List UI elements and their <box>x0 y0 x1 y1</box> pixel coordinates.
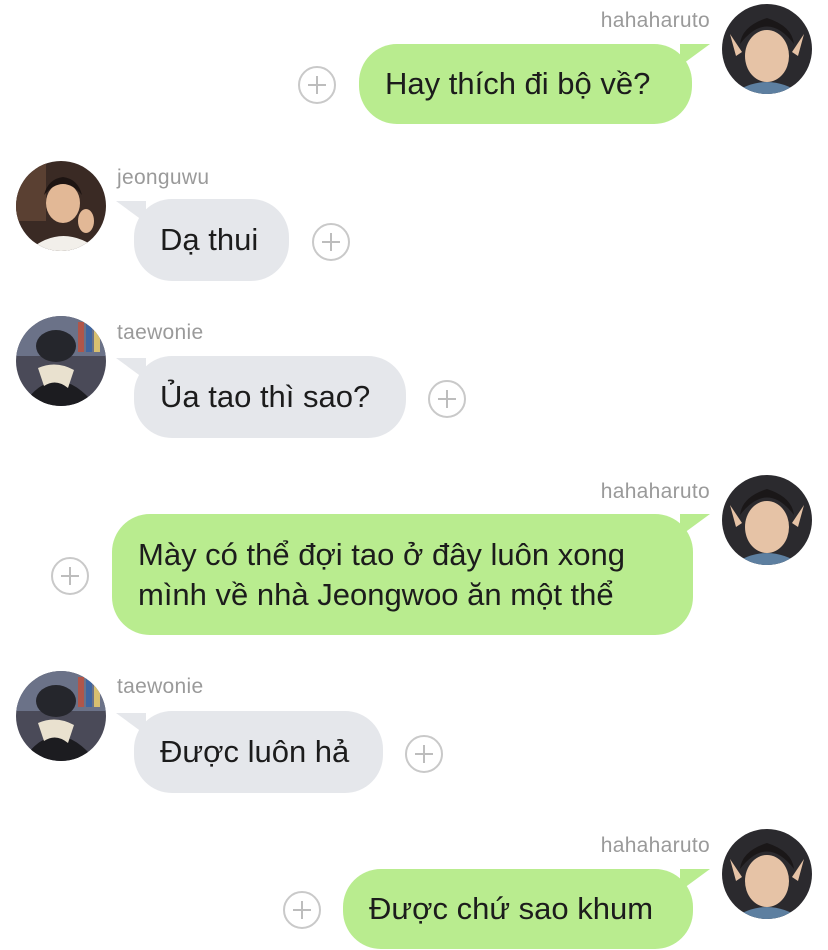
message-text: Được chứ sao khum <box>369 891 654 926</box>
bubble-tail <box>680 514 710 536</box>
avatar[interactable] <box>16 316 106 406</box>
message-incoming: jeonguwu Dạ thui <box>0 155 828 285</box>
message-text: Dạ thui <box>160 222 259 257</box>
message-outgoing: hahaharuto Mày có thể đợi tao ở đây luôn… <box>0 470 828 645</box>
bubble-tail <box>680 869 710 891</box>
chat-bubble[interactable]: Hay thích đi bộ về? <box>359 44 692 124</box>
sender-name: taewonie <box>117 321 204 344</box>
avatar-taewonie-image <box>16 671 106 761</box>
plus-circle-icon[interactable] <box>51 557 89 595</box>
avatar-hahaharuto-image <box>722 475 812 565</box>
bubble-tail <box>116 358 146 380</box>
message-incoming: taewonie Được luôn hả <box>0 665 828 795</box>
avatar-hahaharuto-image <box>722 4 812 94</box>
chat-thread: hahaharuto Hay thích đi bộ về? jeonguwu … <box>0 0 828 950</box>
bubble-tail <box>680 44 710 66</box>
sender-name: hahaharuto <box>600 480 710 503</box>
message-text: Được luôn hả <box>160 734 350 769</box>
avatar-taewonie-image <box>16 316 106 406</box>
message-outgoing: hahaharuto Hay thích đi bộ về? <box>0 0 828 140</box>
message-text: Ủa tao thì sao? <box>160 379 371 414</box>
plus-circle-icon[interactable] <box>405 735 443 773</box>
bubble-tail <box>116 201 146 223</box>
message-text: Hay thích đi bộ về? <box>385 66 651 101</box>
chat-bubble[interactable]: Dạ thui <box>134 199 289 281</box>
sender-name: hahaharuto <box>600 834 710 857</box>
avatar[interactable] <box>16 671 106 761</box>
avatar-jeonguwu-image <box>16 161 106 251</box>
avatar[interactable] <box>722 829 812 919</box>
sender-name: hahaharuto <box>600 9 710 32</box>
message-text-line: Mày có thể đợi tao ở đây luôn xong <box>138 537 625 572</box>
plus-circle-icon[interactable] <box>312 223 350 261</box>
message-text-line: mình về nhà Jeongwoo ăn một thể <box>138 577 614 612</box>
bubble-tail <box>116 713 146 735</box>
plus-circle-icon[interactable] <box>298 66 336 104</box>
avatar-hahaharuto-image <box>722 829 812 919</box>
chat-bubble[interactable]: Được luôn hả <box>134 711 383 793</box>
message-incoming: taewonie Ủa tao thì sao? <box>0 310 828 440</box>
avatar[interactable] <box>722 475 812 565</box>
avatar[interactable] <box>722 4 812 94</box>
message-outgoing: hahaharuto Được chứ sao khum <box>0 825 828 950</box>
chat-bubble[interactable]: Mày có thể đợi tao ở đây luôn xong mình … <box>112 514 693 635</box>
sender-name: jeonguwu <box>117 166 210 189</box>
plus-circle-icon[interactable] <box>428 380 466 418</box>
avatar[interactable] <box>16 161 106 251</box>
plus-circle-icon[interactable] <box>283 891 321 929</box>
sender-name: taewonie <box>117 675 204 698</box>
chat-bubble[interactable]: Được chứ sao khum <box>343 869 693 949</box>
chat-bubble[interactable]: Ủa tao thì sao? <box>134 356 406 438</box>
